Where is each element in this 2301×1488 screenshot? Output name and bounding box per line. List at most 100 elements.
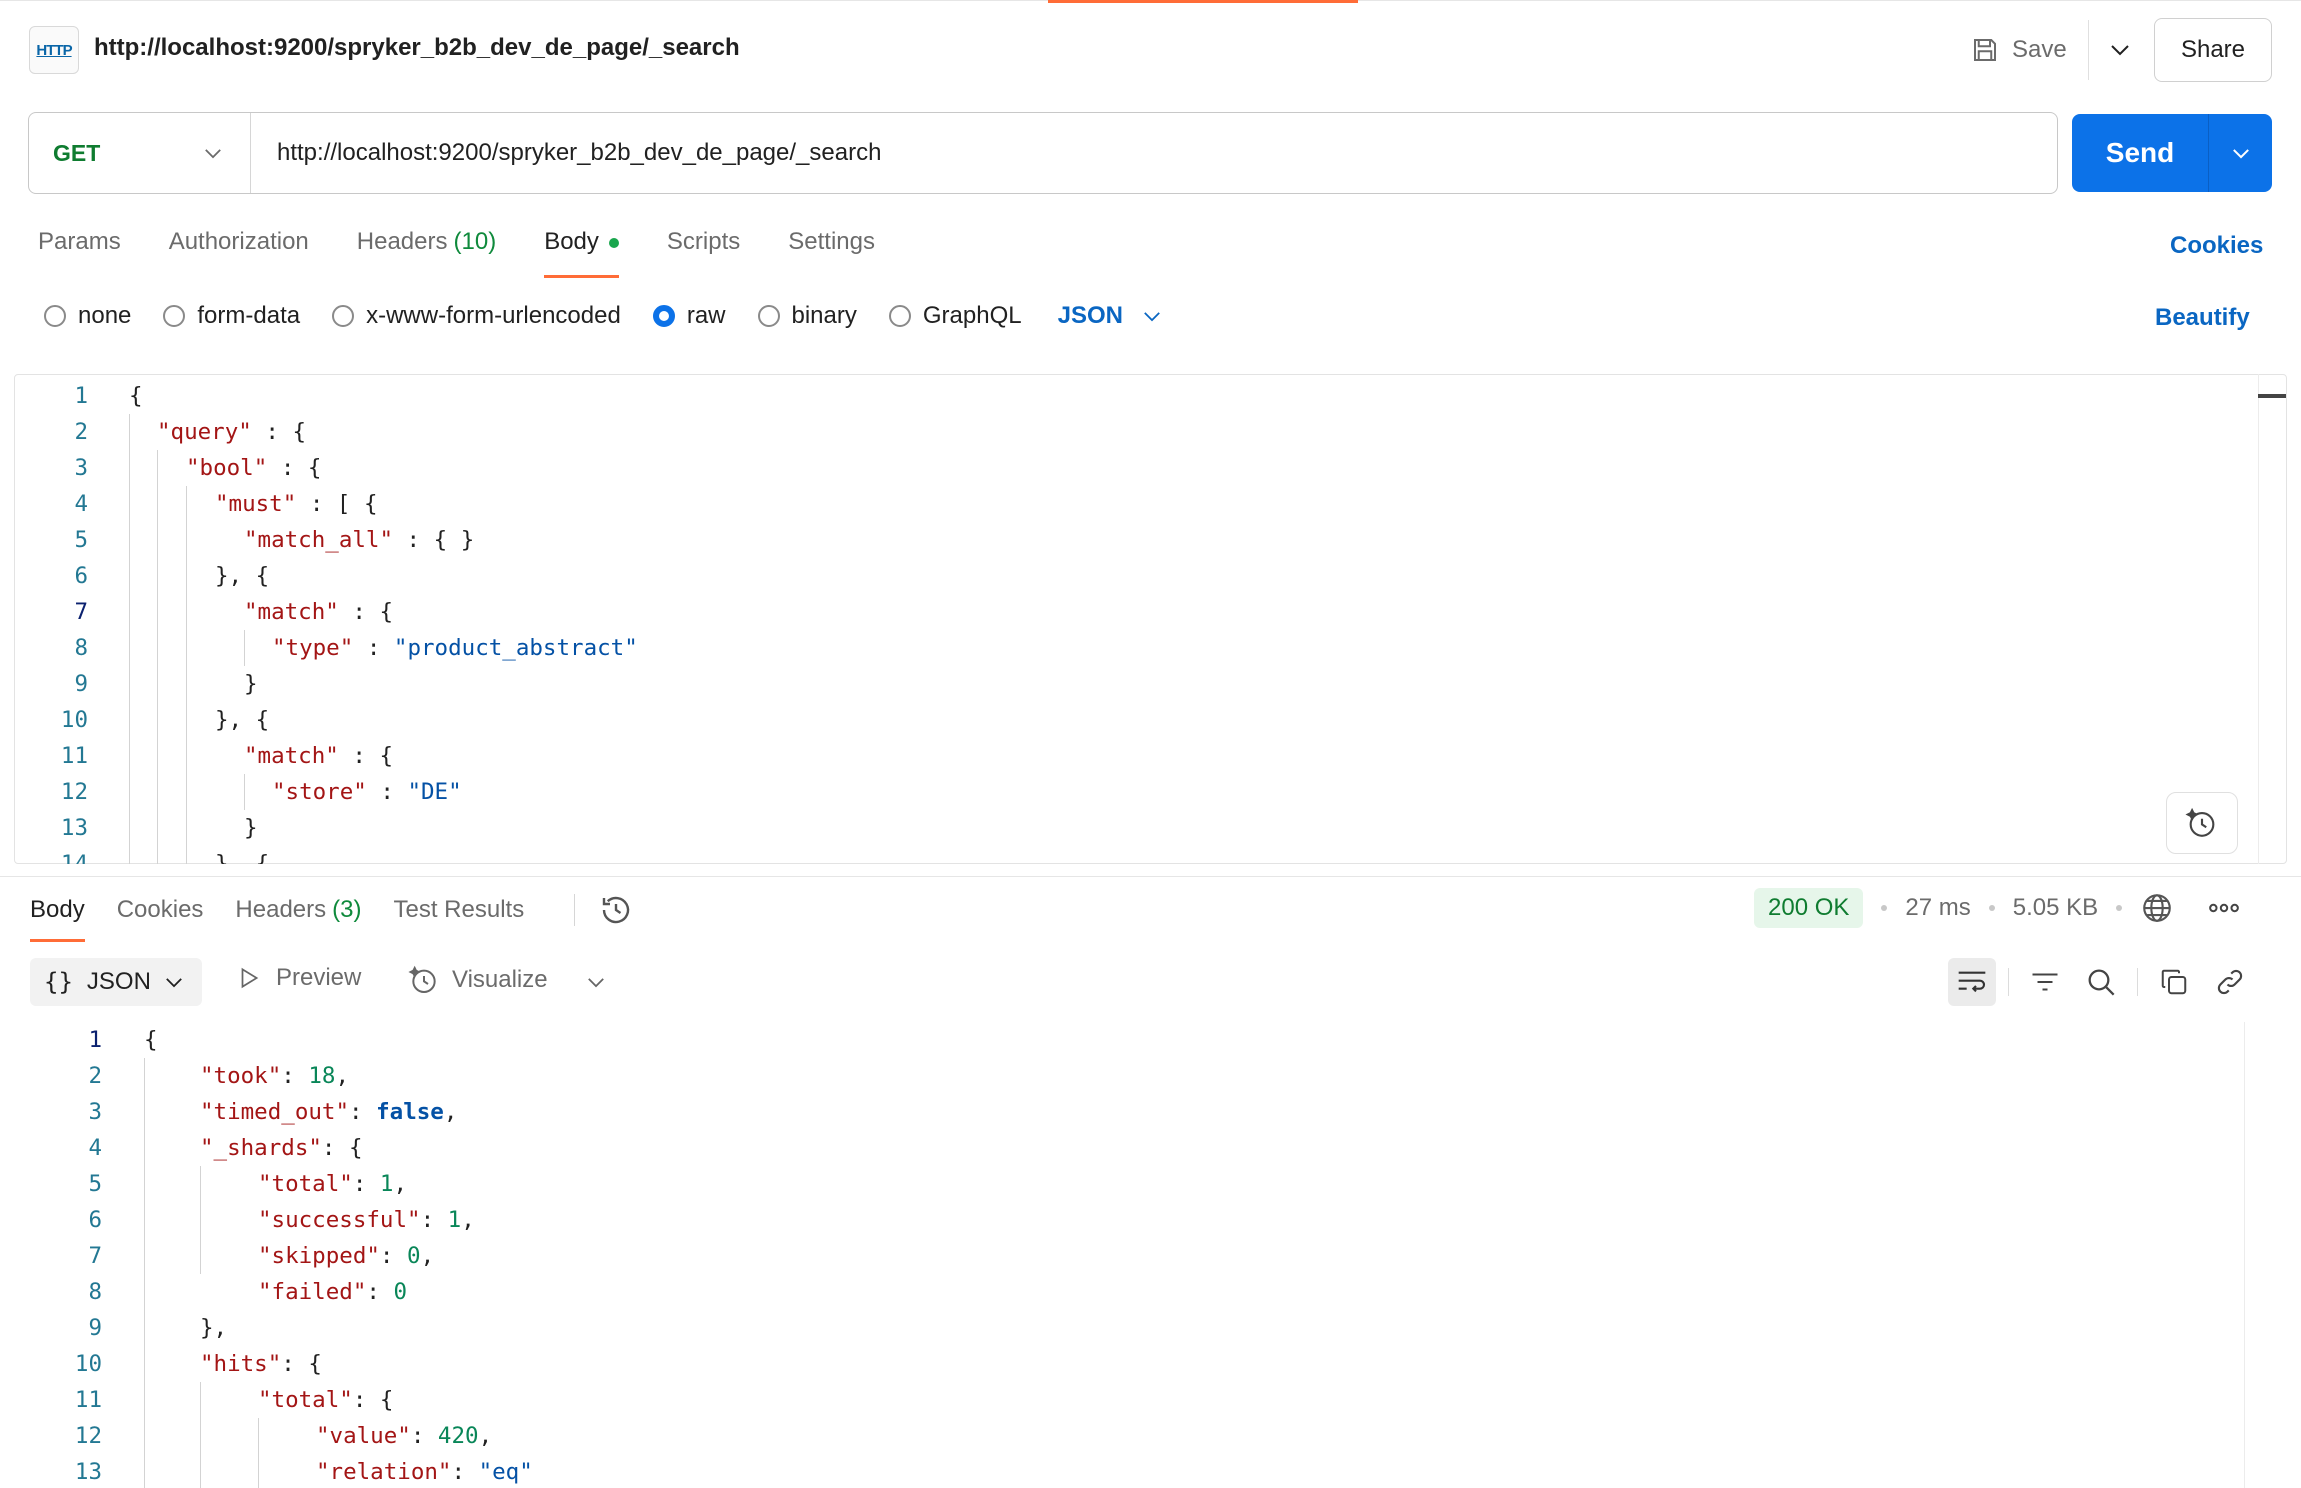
line-number: 14 — [60, 851, 88, 864]
json-key: "failed" — [258, 1279, 367, 1305]
more-icon[interactable] — [2204, 891, 2244, 925]
visualize-button[interactable]: Visualize — [408, 964, 548, 996]
cookies-link[interactable]: Cookies — [2170, 232, 2263, 260]
line-number: 6 — [74, 563, 88, 589]
line-number: 4 — [74, 491, 88, 517]
editor-scrollbar[interactable] — [2258, 374, 2286, 864]
save-button[interactable]: Save — [1970, 28, 2067, 72]
code-line: }, { — [215, 558, 269, 594]
save-divider — [2088, 20, 2089, 80]
radio-graphql[interactable]: GraphQL — [888, 302, 1022, 330]
line-number: 7 — [74, 599, 88, 625]
tab-scripts[interactable]: Scripts — [667, 228, 740, 278]
radio-none[interactable]: none — [44, 302, 131, 330]
globe-icon[interactable] — [2140, 891, 2174, 925]
json-key: "store" — [272, 779, 367, 805]
radio-urlencoded[interactable]: x-www-form-urlencoded — [332, 302, 621, 330]
line-number: 9 — [88, 1315, 102, 1341]
language-select[interactable]: JSON — [1058, 302, 1161, 330]
code-line: { — [144, 1022, 158, 1058]
search-button[interactable] — [2077, 958, 2125, 1006]
preview-button[interactable]: Preview — [236, 964, 361, 992]
json-key: "hits" — [200, 1351, 282, 1377]
code-colon: : — [281, 1063, 309, 1089]
code-line: "match" : { — [244, 594, 393, 630]
json-key: "match" — [244, 743, 339, 769]
json-key: "match" — [244, 599, 339, 625]
json-number: 1 — [447, 1207, 462, 1233]
resp-tab-headers[interactable]: Headers (3) — [235, 896, 361, 942]
code-line: "skipped": 0, — [258, 1238, 434, 1274]
copy-link-button[interactable] — [2206, 958, 2254, 1006]
beautify-link[interactable]: Beautify — [2155, 304, 2250, 332]
radio-binary[interactable]: binary — [757, 302, 857, 330]
ai-assist-button[interactable] — [2166, 792, 2238, 854]
indent-guide — [129, 414, 130, 864]
save-options-button[interactable] — [2100, 30, 2140, 70]
code-line: "must" : [ { — [215, 486, 378, 522]
share-button[interactable]: Share — [2154, 18, 2272, 82]
resp-tab-body[interactable]: Body — [30, 896, 85, 942]
visualize-options-button[interactable] — [578, 964, 614, 1000]
wrap-icon — [1958, 971, 1986, 993]
save-label: Save — [2012, 36, 2067, 63]
radio-raw[interactable]: raw — [652, 302, 726, 330]
radio-form-data[interactable]: form-data — [163, 302, 300, 330]
tab-body[interactable]: Body — [544, 228, 619, 278]
method-select[interactable]: GET — [29, 113, 251, 193]
code-line: "took": 18, — [200, 1058, 349, 1094]
history-icon[interactable] — [598, 892, 634, 928]
response-time[interactable]: 27 ms — [1905, 894, 1970, 922]
response-size[interactable]: 5.05 KB — [2013, 894, 2098, 922]
line-number: 10 — [74, 1351, 102, 1377]
code-comma: , — [443, 1099, 458, 1125]
status-badge[interactable]: 200 OK — [1754, 888, 1864, 928]
code-line: "total": { — [258, 1382, 393, 1418]
line-number: 1 — [88, 1027, 102, 1053]
chevron-down-icon — [588, 977, 604, 987]
scrollbar-thumb[interactable] — [2258, 394, 2286, 398]
send-options-button[interactable] — [2209, 114, 2272, 192]
line-number: 9 — [74, 671, 88, 697]
resp-tab-test-results-label: Test Results — [393, 896, 525, 923]
line-number: 8 — [74, 635, 88, 661]
line-number: 5 — [88, 1171, 102, 1197]
wrap-lines-button[interactable] — [1948, 958, 1996, 1006]
code-text: }, — [200, 1315, 228, 1341]
resp-tab-cookies-label: Cookies — [116, 896, 204, 923]
radio-circle — [888, 305, 911, 327]
request-title[interactable]: http://localhost:9200/spryker_b2b_dev_de… — [94, 34, 740, 62]
code-comma: , — [461, 1207, 475, 1233]
resp-tab-cookies[interactable]: Cookies — [117, 896, 204, 942]
tab-params[interactable]: Params — [38, 228, 121, 278]
body-type-options: none form-data x-www-form-urlencoded raw… — [44, 302, 1161, 330]
json-string: "product_abstract" — [393, 635, 638, 661]
send-button[interactable]: Send — [2072, 114, 2208, 192]
response-format-select[interactable]: {} JSON — [30, 958, 202, 1006]
body-modified-dot — [608, 238, 619, 248]
filter-button[interactable] — [2021, 958, 2069, 1006]
json-key: "successful" — [258, 1207, 421, 1233]
save-icon — [1974, 39, 1996, 61]
chevron-down-icon — [205, 148, 221, 158]
response-scrollbar[interactable] — [2244, 1022, 2245, 1488]
tab-settings[interactable]: Settings — [788, 228, 875, 278]
tab-headers-label: Headers — [356, 228, 448, 255]
tab-authorization[interactable]: Authorization — [169, 228, 309, 278]
code-line: "value": 420, — [316, 1418, 492, 1454]
request-tabs: Params Authorization Headers (10) Body Sc… — [38, 228, 875, 278]
copy-button[interactable] — [2150, 958, 2198, 1006]
tab-headers[interactable]: Headers (10) — [357, 228, 496, 278]
code-line: } — [244, 810, 258, 846]
code-colon: : — [366, 1279, 394, 1305]
tabs-divider — [574, 894, 575, 926]
radio-none-label: none — [78, 302, 132, 329]
line-number: 2 — [74, 419, 88, 445]
radio-circle — [757, 305, 780, 327]
url-input[interactable] — [251, 113, 2057, 193]
code-line: "timed_out": false, — [200, 1094, 457, 1130]
code-text: { — [144, 1027, 158, 1053]
line-number: 10 — [60, 707, 88, 733]
resp-tab-test-results[interactable]: Test Results — [393, 896, 524, 942]
radio-urlencoded-label: x-www-form-urlencoded — [366, 302, 621, 329]
